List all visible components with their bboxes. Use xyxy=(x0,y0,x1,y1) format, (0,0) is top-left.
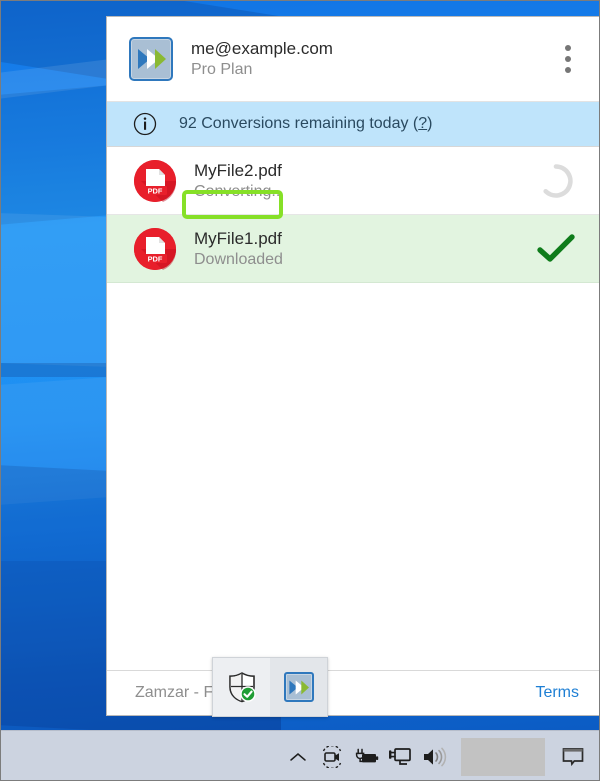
webcam-glyph xyxy=(322,745,342,768)
app-footer: Zamzar - F Terms xyxy=(107,670,599,715)
pdf-file-icon: PDF xyxy=(134,227,177,270)
tray-item-defender[interactable] xyxy=(213,658,270,716)
zamzar-chevrons-icon xyxy=(129,37,173,81)
screenshot-root: me@example.com Pro Plan 92 Conversions r… xyxy=(0,0,600,781)
account-email: me@example.com xyxy=(191,39,333,58)
chevron-up-icon[interactable] xyxy=(281,732,315,781)
file-list: PDF MyFile2.pdf Converting.. PDF MyFile1… xyxy=(107,147,599,670)
info-circle-icon xyxy=(133,112,157,136)
file-status: Downloaded xyxy=(194,250,283,268)
row-state xyxy=(533,226,579,272)
menu-dot xyxy=(565,56,571,62)
list-item[interactable]: PDF MyFile2.pdf Converting.. xyxy=(107,147,599,215)
chevron-up-glyph xyxy=(290,752,306,761)
file-meta: MyFile1.pdf Downloaded xyxy=(194,228,533,270)
speech-bubble-icon[interactable] xyxy=(551,732,595,781)
list-item[interactable]: PDF MyFile1.pdf Downloaded xyxy=(107,215,599,283)
file-status: Converting.. xyxy=(194,182,281,200)
account-plan: Pro Plan xyxy=(191,61,253,78)
file-meta: MyFile2.pdf Converting.. xyxy=(194,160,533,202)
tray-item-zamzar[interactable] xyxy=(270,658,327,716)
menu-dot xyxy=(565,45,571,51)
terms-link[interactable]: Terms xyxy=(535,684,579,702)
pdf-file-icon: PDF xyxy=(134,159,177,202)
webcam-icon[interactable] xyxy=(315,732,349,781)
speech-bubble-glyph xyxy=(562,747,584,766)
quota-text: 92 Conversions remaining today (?) xyxy=(179,115,432,133)
tray-overflow-flyout xyxy=(212,657,328,717)
shield-check-icon xyxy=(228,672,256,703)
quota-label-close: ) xyxy=(427,115,433,132)
battery-charging-icon[interactable] xyxy=(349,732,383,781)
svg-text:PDF: PDF xyxy=(148,186,163,195)
volume-icon[interactable] xyxy=(417,732,451,781)
file-name: MyFile2.pdf xyxy=(194,160,282,180)
volume-glyph xyxy=(424,747,447,766)
network-display-icon[interactable] xyxy=(383,732,417,781)
more-vertical-icon[interactable] xyxy=(553,37,583,81)
quota-help-link[interactable]: ? xyxy=(418,115,427,132)
file-name: MyFile1.pdf xyxy=(194,228,282,248)
zamzar-chevrons-icon xyxy=(283,672,314,702)
network-display-glyph xyxy=(389,747,411,765)
zamzar-app-panel: me@example.com Pro Plan 92 Conversions r… xyxy=(106,16,599,716)
account-header: me@example.com Pro Plan xyxy=(107,17,599,102)
row-state xyxy=(533,158,579,204)
checkmark-icon xyxy=(537,233,575,262)
battery-charging-glyph xyxy=(355,748,379,762)
menu-dot xyxy=(565,67,571,73)
svg-text:PDF: PDF xyxy=(148,254,163,263)
windows-taskbar xyxy=(1,730,599,781)
account-text: me@example.com Pro Plan xyxy=(191,38,553,80)
footer-brand: Zamzar - F xyxy=(135,684,214,701)
taskbar-clock[interactable] xyxy=(461,737,545,776)
quota-banner: 92 Conversions remaining today (?) xyxy=(107,102,599,147)
spinner-icon xyxy=(543,163,573,198)
quota-label: 92 Conversions remaining today ( xyxy=(179,115,419,132)
